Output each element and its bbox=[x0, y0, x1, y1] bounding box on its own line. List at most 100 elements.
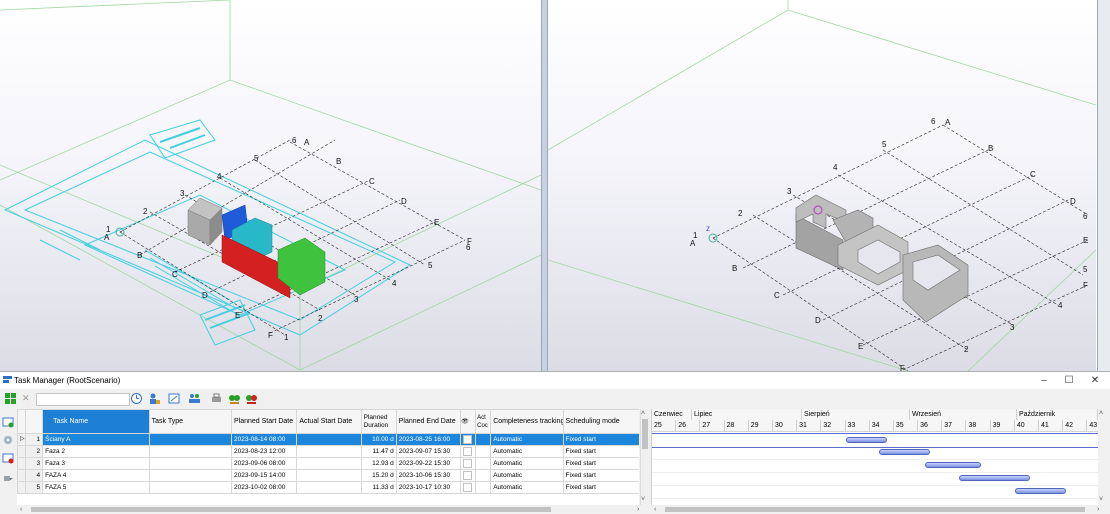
actual-start-cell[interactable] bbox=[296, 457, 362, 470]
task-properties-icon[interactable] bbox=[2, 434, 14, 446]
remove-task-icon[interactable] bbox=[2, 452, 14, 464]
scroll-up-icon[interactable]: ˄ bbox=[641, 409, 645, 418]
visibility-checkbox[interactable] bbox=[463, 434, 473, 444]
visibility-header-icon[interactable]: 👁 bbox=[460, 409, 477, 434]
planned-start-cell[interactable]: 2023-09-06 08:00 bbox=[230, 457, 298, 470]
visibility-cell[interactable] bbox=[460, 457, 477, 470]
maximize-button[interactable]: ☐ bbox=[1059, 374, 1079, 387]
task-type-cell[interactable] bbox=[148, 481, 233, 494]
chart-icon[interactable] bbox=[168, 392, 181, 405]
scroll-up-icon[interactable]: ˄ bbox=[1099, 409, 1103, 418]
gantt-row[interactable] bbox=[652, 446, 1098, 460]
scroll-down-icon[interactable]: ˅ bbox=[641, 495, 645, 504]
visibility-checkbox[interactable] bbox=[463, 482, 473, 492]
planned-duration-cell[interactable]: 12.93 d bbox=[360, 457, 397, 470]
table-row[interactable]: 4 FAZA 4 2023-09-15 14:00 15.20 d 2023-1… bbox=[17, 469, 639, 482]
table-row[interactable]: 3 Faza 3 2023-09-06 08:00 12.93 d 2023-0… bbox=[17, 457, 639, 470]
table-row[interactable]: ▷ 1 Ściany A 2023-08-14 08:00 10.00 d 20… bbox=[17, 433, 639, 446]
planned-end-cell[interactable]: 2023-09-22 15:30 bbox=[395, 457, 462, 470]
table-row[interactable]: 2 Faza 2 2023-08-23 12:00 11.47 d 2023-0… bbox=[17, 445, 639, 458]
task-name-cell[interactable]: Ściany A bbox=[42, 433, 150, 446]
visibility-cell[interactable] bbox=[460, 445, 477, 458]
close-button[interactable]: ✕ bbox=[1085, 374, 1105, 387]
left-3d-viewport[interactable]: 1 2 3 4 5 6 A B C D E F 1 2 3 4 5 6 A B … bbox=[0, 0, 541, 371]
actual-completion-cell[interactable] bbox=[475, 433, 492, 446]
planned-start-cell[interactable]: 2023-09-15 14:00 bbox=[230, 469, 298, 482]
scroll-down-icon[interactable]: ˅ bbox=[1099, 495, 1103, 504]
gantt-body[interactable] bbox=[652, 433, 1098, 505]
gantt-row[interactable] bbox=[652, 485, 1098, 499]
task-name-header[interactable]: Task Name bbox=[42, 409, 150, 434]
team-icon[interactable] bbox=[188, 392, 201, 405]
planned-duration-cell[interactable]: 11.47 d bbox=[360, 445, 397, 458]
link-icon[interactable] bbox=[228, 392, 241, 405]
table-hscroll-thumb[interactable] bbox=[31, 507, 551, 512]
print-icon[interactable] bbox=[210, 392, 223, 405]
gantt-task-bar[interactable] bbox=[1015, 488, 1066, 494]
gantt-vertical-scrollbar[interactable]: ˄ ˅ bbox=[1098, 409, 1108, 505]
table-row[interactable]: 5 FAZA 5 2023-10-02 08:00 11.33 d 2023-1… bbox=[17, 481, 639, 494]
completeness-tracking-cell[interactable]: Automatic bbox=[490, 481, 564, 494]
gantt-row[interactable] bbox=[652, 459, 1098, 473]
actual-start-header[interactable]: Actual Start Date bbox=[296, 409, 362, 434]
scheduling-mode-cell[interactable]: Fixed start bbox=[562, 445, 639, 458]
move-task-icon[interactable] bbox=[2, 472, 14, 484]
scheduling-mode-header[interactable]: Scheduling mode bbox=[562, 409, 639, 434]
viewport-splitter[interactable] bbox=[541, 0, 548, 371]
actual-start-cell[interactable] bbox=[296, 481, 362, 494]
actual-completion-header[interactable]: Act Coc bbox=[475, 409, 492, 434]
planned-end-cell[interactable]: 2023-08-25 16:00 bbox=[395, 433, 462, 446]
gantt-task-bar[interactable] bbox=[925, 462, 982, 468]
visibility-cell[interactable] bbox=[460, 481, 477, 494]
planned-duration-cell[interactable]: 10.00 d bbox=[360, 433, 397, 446]
add-task-icon[interactable] bbox=[2, 416, 14, 428]
clock-icon[interactable] bbox=[130, 392, 143, 405]
scheduling-mode-cell[interactable]: Fixed start bbox=[562, 457, 639, 470]
task-name-cell[interactable]: FAZA 5 bbox=[42, 481, 150, 494]
actual-start-cell[interactable] bbox=[296, 433, 362, 446]
minimize-button[interactable]: – bbox=[1034, 374, 1054, 387]
planned-duration-cell[interactable]: 15.20 d bbox=[360, 469, 397, 482]
visibility-checkbox[interactable] bbox=[463, 446, 473, 456]
planned-end-cell[interactable]: 2023-10-06 15:30 bbox=[395, 469, 462, 482]
visibility-cell[interactable] bbox=[460, 433, 477, 446]
actual-completion-cell[interactable] bbox=[475, 457, 492, 470]
task-name-cell[interactable]: FAZA 4 bbox=[42, 469, 150, 482]
grid-icon[interactable] bbox=[4, 392, 17, 405]
completeness-tracking-cell[interactable]: Automatic bbox=[490, 457, 564, 470]
scheduling-mode-cell[interactable]: Fixed start bbox=[562, 469, 639, 482]
scheduling-mode-cell[interactable]: Fixed start bbox=[562, 433, 639, 446]
gantt-task-bar[interactable] bbox=[879, 449, 931, 455]
actual-completion-cell[interactable] bbox=[475, 445, 492, 458]
completeness-tracking-cell[interactable]: Automatic bbox=[490, 445, 564, 458]
gantt-chart[interactable]: Czerwiec Lipiec Sierpień Wrzesień Październi… bbox=[651, 409, 1098, 505]
planned-duration-header[interactable]: Planned Duration bbox=[360, 409, 397, 434]
scheduling-mode-cell[interactable]: Fixed start bbox=[562, 481, 639, 494]
task-name-cell[interactable]: Faza 3 bbox=[42, 457, 150, 470]
planned-duration-cell[interactable]: 11.33 d bbox=[360, 481, 397, 494]
visibility-cell[interactable] bbox=[460, 469, 477, 482]
visibility-checkbox[interactable] bbox=[463, 458, 473, 468]
actual-start-cell[interactable] bbox=[296, 445, 362, 458]
task-type-cell[interactable] bbox=[148, 457, 233, 470]
actual-completion-cell[interactable] bbox=[475, 469, 492, 482]
completeness-tracking-cell[interactable]: Automatic bbox=[490, 469, 564, 482]
planned-end-cell[interactable]: 2023-10-17 10:30 bbox=[395, 481, 462, 494]
table-vertical-scrollbar[interactable]: ˄ ˅ bbox=[640, 409, 649, 505]
table-vscroll-thumb[interactable] bbox=[642, 419, 648, 449]
task-type-header[interactable]: Task Type bbox=[148, 409, 233, 434]
row-number-header[interactable] bbox=[25, 409, 44, 434]
planned-end-header[interactable]: Planned End Date bbox=[395, 409, 462, 434]
unlink-icon[interactable] bbox=[245, 392, 258, 405]
planned-start-cell[interactable]: 2023-08-23 12:00 bbox=[230, 445, 298, 458]
task-name-cell[interactable]: Faza 2 bbox=[42, 445, 150, 458]
actual-start-cell[interactable] bbox=[296, 469, 362, 482]
completeness-tracking-cell[interactable]: Automatic bbox=[490, 433, 564, 446]
planned-start-cell[interactable]: 2023-08-14 08:00 bbox=[230, 433, 298, 446]
gantt-task-bar[interactable] bbox=[959, 475, 1030, 481]
gantt-task-bar[interactable] bbox=[845, 437, 887, 443]
right-3d-viewport[interactable]: z 1 2 3 4 5 6 A B C D E F 2 3 4 5 6 A B … bbox=[548, 0, 1096, 371]
gantt-hscroll-thumb[interactable] bbox=[665, 507, 1085, 512]
planned-start-cell[interactable]: 2023-10-02 08:00 bbox=[230, 481, 298, 494]
task-type-cell[interactable] bbox=[148, 445, 233, 458]
